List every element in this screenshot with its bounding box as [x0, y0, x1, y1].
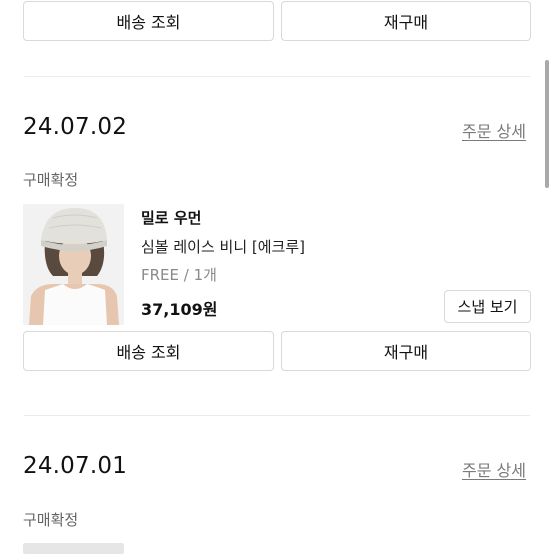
track-delivery-label: 배송 조회	[116, 13, 181, 32]
order-divider	[24, 415, 530, 416]
order-date: 24.07.02	[23, 114, 128, 140]
track-delivery-button[interactable]: 배송 조회	[23, 331, 274, 371]
rebuy-label: 재구매	[383, 13, 429, 32]
order-detail-link[interactable]: 주문 상세	[462, 457, 526, 481]
product-thumbnail[interactable]	[23, 543, 124, 554]
track-delivery-label: 배송 조회	[116, 343, 181, 362]
order-date: 24.07.01	[23, 453, 128, 479]
product-thumbnail[interactable]	[23, 204, 124, 325]
order-status: 구매확정	[23, 511, 79, 529]
order-detail-link[interactable]: 주문 상세	[462, 118, 526, 142]
product-name[interactable]: 심볼 레이스 비니 [에크루]	[141, 236, 305, 257]
rebuy-button[interactable]: 재구매	[281, 331, 531, 371]
track-delivery-button[interactable]: 배송 조회	[23, 1, 274, 41]
order-divider	[24, 76, 530, 77]
rebuy-label: 재구매	[383, 343, 429, 362]
beanie-product-photo-icon	[23, 204, 124, 325]
product-price: 37,109원	[141, 300, 218, 319]
product-option: FREE / 1개	[141, 266, 217, 284]
order-status: 구매확정	[23, 171, 79, 189]
snap-view-button[interactable]: 스냅 보기	[444, 290, 531, 323]
rebuy-button[interactable]: 재구매	[281, 1, 531, 41]
product-brand: 밀로 우먼	[141, 209, 202, 227]
snap-view-label: 스냅 보기	[457, 298, 518, 316]
scrollbar[interactable]	[545, 60, 549, 188]
